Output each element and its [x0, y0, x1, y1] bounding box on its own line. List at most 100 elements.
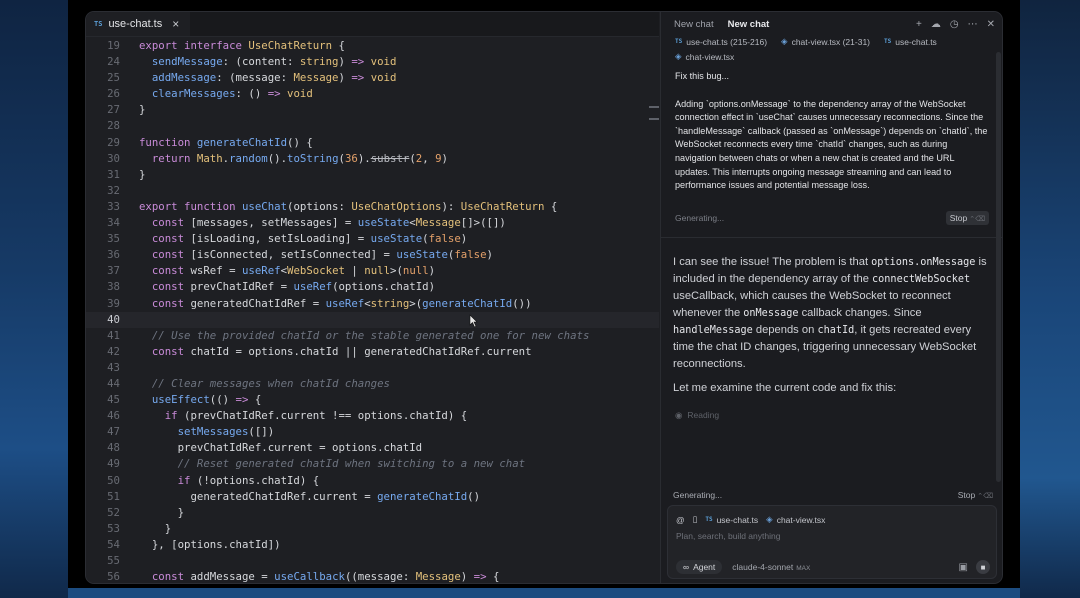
- line-number: 46: [107, 409, 120, 423]
- line-number: 30: [107, 151, 120, 165]
- line-number: 31: [107, 167, 120, 181]
- cloud-icon[interactable]: ☁: [931, 19, 941, 30]
- code-line[interactable]: 41 // Use the provided chatId or the sta…: [86, 328, 659, 344]
- code-line[interactable]: 29 function generateChatId() {: [86, 135, 659, 151]
- code-line[interactable]: 48 prevChatIdRef.current = options.chatI…: [86, 440, 659, 456]
- plus-icon[interactable]: +: [916, 19, 922, 30]
- line-number: 33: [107, 199, 120, 213]
- code-line[interactable]: 19 export interface UseChatReturn {: [86, 38, 659, 54]
- code-line[interactable]: 39 const generatedChatIdRef = useRef<str…: [86, 296, 659, 312]
- line-content: const wsRef = useRef<WebSocket | null>(n…: [151, 264, 436, 278]
- line-content: }, [options.chatId]): [139, 537, 281, 551]
- tab-use-chat-ts[interactable]: TS use-chat.ts ×: [86, 12, 190, 36]
- assistant-message: I can see the issue! The problem is that…: [661, 238, 1002, 397]
- chat-header: New chat New chat + ☁ ◷ ⋯ ✕: [661, 12, 1002, 36]
- code-line[interactable]: 34 const [messages, setMessages] = useSt…: [86, 215, 659, 231]
- chat-scrollbar[interactable]: [996, 52, 1001, 482]
- line-content: }: [139, 167, 146, 181]
- composer-file-chip[interactable]: ◈ chat-view.tsx: [766, 514, 825, 525]
- line-content: const [messages, setMessages] = useState…: [151, 216, 506, 230]
- generating-label: Generating...: [675, 212, 725, 223]
- code-line[interactable]: 53 }: [86, 521, 659, 537]
- line-content: if (prevChatIdRef.current !== options.ch…: [164, 409, 468, 423]
- image-icon[interactable]: ▣: [959, 562, 968, 573]
- code-line[interactable]: 28: [86, 118, 659, 134]
- desktop-wallpaper-right: [1020, 0, 1080, 598]
- code-editor: TS use-chat.ts × 19 export interface UseC…: [86, 12, 659, 583]
- code-line[interactable]: 26 clearMessages: () => void: [86, 86, 659, 102]
- code-line[interactable]: 32: [86, 183, 659, 199]
- code-line[interactable]: 52 }: [86, 505, 659, 521]
- agent-mode-button[interactable]: ∞ Agent: [676, 560, 723, 574]
- stop-button[interactable]: Stop ⌃⌫: [958, 490, 993, 500]
- code-line[interactable]: 25 addMessage: (message: Message) => voi…: [86, 70, 659, 86]
- code-line[interactable]: 31}: [86, 167, 659, 183]
- code-line[interactable]: 30 return Math.random().toString(36).sub…: [86, 151, 659, 167]
- desktop-wallpaper-bottom: [68, 588, 1020, 598]
- close-icon[interactable]: ✕: [987, 19, 995, 30]
- code-line[interactable]: 56 const addMessage = useCallback((messa…: [86, 569, 659, 583]
- user-message: Fix this bug... Adding `options.onMessag…: [661, 62, 1002, 193]
- line-number: 35: [107, 232, 120, 246]
- code-line[interactable]: 37 const wsRef = useRef<WebSocket | null…: [86, 263, 659, 279]
- context-chips: TS use-chat.ts (215-216) ◈ chat-view.tsx (…: [661, 36, 1002, 62]
- model-selector[interactable]: claude-4-sonnet MAX: [732, 562, 810, 572]
- code-area[interactable]: 19 export interface UseChatReturn {24 sen…: [86, 38, 659, 583]
- line-number: 29: [107, 135, 120, 149]
- line-number: 56: [107, 570, 120, 583]
- text-cursor-icon: [469, 314, 478, 328]
- line-number: 47: [107, 425, 120, 439]
- code-line[interactable]: 50 if (!options.chatId) {: [86, 473, 659, 489]
- code-line[interactable]: 38 const prevChatIdRef = useRef(options.…: [86, 279, 659, 295]
- code-line[interactable]: 43: [86, 360, 659, 376]
- scrollbar-marker[interactable]: [649, 106, 659, 108]
- code-line[interactable]: 46 if (prevChatIdRef.current !== options…: [86, 408, 659, 424]
- close-icon[interactable]: ×: [172, 18, 179, 30]
- code-line[interactable]: 40: [86, 311, 659, 328]
- line-content: }: [139, 103, 146, 117]
- line-content: export function useChat(options: UseChat…: [139, 199, 558, 213]
- mention-icon[interactable]: @: [676, 515, 685, 525]
- attach-icon[interactable]: ▯: [693, 514, 698, 525]
- code-line[interactable]: 47 setMessages([]): [86, 424, 659, 440]
- line-content: return Math.random().toString(36).substr…: [151, 151, 448, 165]
- code-line[interactable]: 54 }, [options.chatId]): [86, 537, 659, 553]
- composer-input[interactable]: Plan, search, build anything: [668, 525, 996, 541]
- scrollbar-marker[interactable]: [649, 118, 659, 120]
- history-icon[interactable]: ◷: [950, 19, 959, 30]
- composer-toolbar: ∞ Agent claude-4-sonnet MAX ▣ ■: [676, 560, 990, 574]
- line-content: clearMessages: () => void: [151, 87, 313, 101]
- code-line[interactable]: 24 sendMessage: (content: string) => voi…: [86, 54, 659, 70]
- line-number: 44: [107, 376, 120, 390]
- code-line[interactable]: 55: [86, 553, 659, 569]
- stop-square-icon: ■: [980, 562, 986, 572]
- more-icon[interactable]: ⋯: [968, 19, 978, 30]
- code-line[interactable]: 35 const [isLoading, setIsLoading] = use…: [86, 231, 659, 247]
- line-number: 43: [107, 360, 120, 374]
- context-chip[interactable]: ◈ chat-view.tsx (21-31): [781, 36, 870, 47]
- code-line[interactable]: 27}: [86, 102, 659, 118]
- stop-shortcut: ⌃⌫: [969, 215, 985, 223]
- context-chip[interactable]: ◈ chat-view.tsx: [675, 51, 734, 62]
- tab-new-chat-active[interactable]: New chat: [728, 19, 770, 30]
- line-number: 24: [107, 55, 120, 69]
- line-number: 42: [107, 344, 120, 358]
- context-chip[interactable]: TS use-chat.ts: [884, 36, 937, 47]
- context-chip[interactable]: TS use-chat.ts (215-216): [675, 36, 767, 47]
- code-line[interactable]: 45 useEffect(() => {: [86, 392, 659, 408]
- code-line[interactable]: 42 const chatId = options.chatId || gene…: [86, 344, 659, 360]
- code-line[interactable]: 33 export function useChat(options: UseCh…: [86, 199, 659, 215]
- reading-status: ◉ Reading: [661, 404, 1002, 427]
- chat-composer[interactable]: @ ▯ TS use-chat.ts ◈ chat-view.tsx Plan, s…: [667, 505, 997, 579]
- tab-new-chat[interactable]: New chat: [674, 19, 714, 30]
- line-number: 45: [107, 393, 120, 407]
- code-line[interactable]: 36 const [isConnected, setIsConnected] =…: [86, 247, 659, 263]
- code-line[interactable]: 51 generatedChatIdRef.current = generate…: [86, 489, 659, 505]
- line-content: // Use the provided chatId or the stable…: [151, 328, 590, 342]
- code-line[interactable]: 44 // Clear messages when chatId changes: [86, 376, 659, 392]
- stop-button[interactable]: Stop ⌃⌫: [945, 210, 989, 225]
- send-button[interactable]: ■: [976, 560, 990, 574]
- code-line[interactable]: 49 // Reset generated chatId when switch…: [86, 456, 659, 472]
- composer-file-chip[interactable]: TS use-chat.ts: [705, 515, 758, 525]
- line-content: const generatedChatIdRef = useRef<string…: [151, 296, 532, 310]
